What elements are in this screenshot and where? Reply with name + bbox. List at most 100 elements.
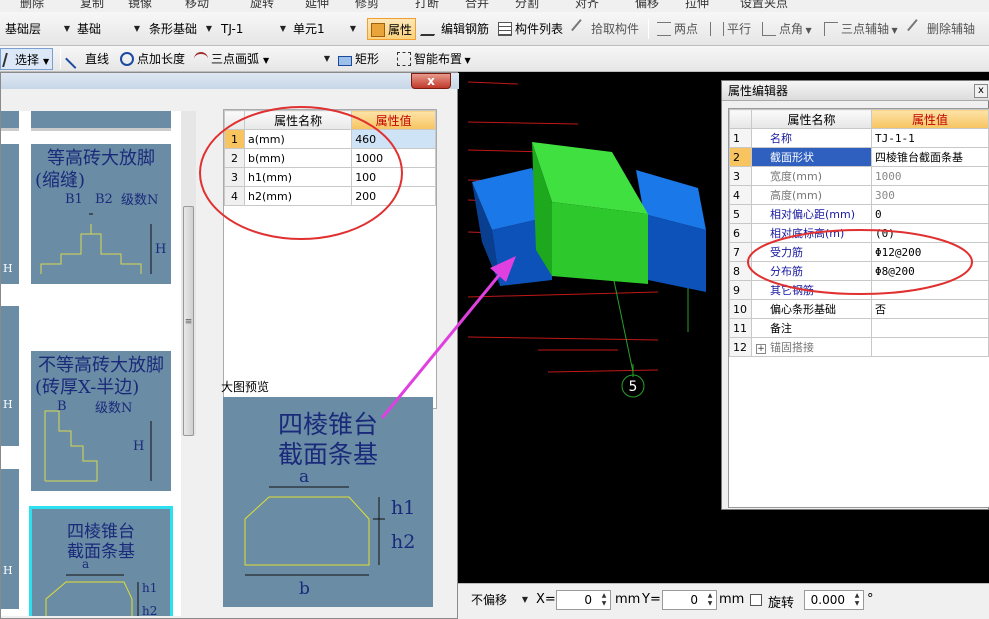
rotate-input[interactable]: 0.000 ▲ ▼: [804, 590, 864, 610]
property-value-input[interactable]: 300: [871, 185, 989, 205]
line-button[interactable]: 直线: [65, 48, 110, 70]
break-button[interactable]: 打断: [415, 0, 439, 11]
property-row[interactable]: 7 受力筋 Φ12@200: [729, 242, 989, 262]
offset-button[interactable]: 偏移: [635, 0, 659, 11]
delete-aux-button[interactable]: 删除辅轴: [907, 18, 975, 40]
property-value-input[interactable]: 四棱锥台截面条基: [871, 147, 989, 167]
trim-button[interactable]: 修剪: [355, 0, 379, 11]
edit-rebar-label: 编辑钢筋: [441, 22, 490, 36]
two-points-button[interactable]: 两点: [655, 18, 698, 40]
section-tile-brick-equal[interactable]: 等高砖大放脚 (缩缝) B1 B2 级数N H: [31, 144, 171, 284]
param-value-input[interactable]: 200: [351, 186, 436, 206]
x-input[interactable]: 0 ▲ ▼: [556, 590, 611, 610]
section-tile[interactable]: [31, 111, 171, 131]
param-table[interactable]: 属性名称 属性值 1 a(mm) 460 2 b(mm) 1000 3 h1(m…: [223, 109, 437, 409]
property-value-input[interactable]: [871, 318, 989, 338]
param-value-input[interactable]: 1000: [351, 148, 436, 168]
rotate-button[interactable]: 旋转: [250, 0, 274, 11]
section-tile-brick-unequal[interactable]: 不等高砖大放脚 (砖厚X-半边) B 级数N H: [31, 351, 171, 491]
param-value-input[interactable]: 460: [351, 129, 436, 149]
delete-button[interactable]: 删除: [20, 0, 44, 11]
panel-close-button[interactable]: x: [974, 84, 988, 98]
section-tile[interactable]: H: [1, 469, 19, 609]
property-value-input[interactable]: Φ8@200: [871, 261, 989, 281]
point-angle-button[interactable]: 点角 ▼: [760, 18, 812, 40]
property-editor-panel: 属性编辑器 x 属性名称 属性值 1 名称 TJ-1-1 2 截面形状 四棱锥台截面条基 3…: [721, 80, 989, 510]
parallel-button[interactable]: 平行: [708, 18, 751, 40]
param-value-input[interactable]: 100: [351, 167, 436, 187]
extend-button[interactable]: 延伸: [305, 0, 329, 11]
chevron-down-icon: ▼: [63, 24, 70, 33]
property-value-input[interactable]: [871, 280, 989, 300]
draw-mode-select[interactable]: ▼: [270, 48, 332, 70]
align-button[interactable]: 对齐: [575, 0, 599, 11]
section-tile[interactable]: H: [1, 144, 19, 284]
property-value-input[interactable]: (0): [871, 223, 989, 243]
select-button[interactable]: 选择 ▼: [0, 48, 54, 70]
merge-button[interactable]: 合并: [465, 0, 489, 11]
scrollbar-thumb[interactable]: ≡: [183, 206, 194, 436]
move-button[interactable]: 移动: [185, 0, 209, 11]
point-length-button[interactable]: 点加长度: [118, 48, 185, 70]
property-row[interactable]: 10 偏心条形基础 否: [729, 299, 989, 319]
property-row[interactable]: 9 其它钢筋: [729, 280, 989, 300]
split-button[interactable]: 分割: [515, 0, 539, 11]
dialog-close-button[interactable]: x: [411, 73, 451, 89]
set-grip-button[interactable]: 设置夹点: [740, 0, 788, 11]
smart-layout-button[interactable]: 智能布置 ▼: [395, 48, 471, 70]
table-row[interactable]: 3 h1(mm) 100: [224, 167, 436, 187]
property-row[interactable]: 12 + 锚固搭接: [729, 337, 989, 357]
floor-select[interactable]: 基础层 ▼: [2, 18, 72, 40]
y-input[interactable]: 0 ▲ ▼: [662, 590, 717, 610]
pick-component-button[interactable]: 拾取构件: [571, 18, 639, 40]
property-value-input[interactable]: 0: [871, 204, 989, 224]
table-row[interactable]: 4 h2(mm) 200: [224, 186, 436, 206]
element-select[interactable]: TJ-1 ▼: [218, 18, 288, 40]
property-row[interactable]: 8 分布筋 Φ8@200: [729, 261, 989, 281]
property-row[interactable]: 3 宽度(mm) 1000: [729, 166, 989, 186]
property-row[interactable]: 4 高度(mm) 300: [729, 185, 989, 205]
unit-select[interactable]: 单元1 ▼: [290, 18, 358, 40]
property-value-input[interactable]: Φ12@200: [871, 242, 989, 262]
property-row[interactable]: 11 备注: [729, 318, 989, 338]
section-gallery[interactable]: H H H 等高砖大放脚 (缩缝) B1 B2 级数N H 不等高砖大放脚 (砖…: [1, 111, 181, 616]
property-name: 受力筋: [751, 242, 872, 262]
property-row[interactable]: 2 截面形状 四棱锥台截面条基: [729, 147, 989, 167]
section-tile[interactable]: H: [1, 306, 19, 446]
table-row[interactable]: 2 b(mm) 1000: [224, 148, 436, 168]
chevron-down-icon: ▼: [323, 54, 330, 63]
category-select[interactable]: 基础 ▼: [74, 18, 142, 40]
property-row[interactable]: 6 相对底标高(m) (0): [729, 223, 989, 243]
dialog-titlebar[interactable]: x: [1, 73, 459, 89]
expand-icon[interactable]: +: [756, 344, 766, 354]
arc-button[interactable]: 三点画弧 ▼: [192, 48, 269, 70]
edit-rebar-button[interactable]: 编辑钢筋: [419, 18, 490, 40]
table-row[interactable]: 1 a(mm) 460: [224, 129, 436, 149]
spinner-icon[interactable]: ▲ ▼: [705, 592, 715, 608]
rect-button[interactable]: 矩形: [336, 48, 379, 70]
copy-button[interactable]: 复制: [80, 0, 104, 11]
property-value-input[interactable]: 1000: [871, 166, 989, 186]
mirror-button[interactable]: 镜像: [128, 0, 152, 11]
offset-mode-select[interactable]: 不偏移 ▼: [468, 589, 530, 611]
line-label: 直线: [85, 52, 110, 66]
three-point-aux-button[interactable]: 三点辅轴 ▼: [822, 18, 898, 40]
property-grid[interactable]: 属性名称 属性值 1 名称 TJ-1-1 2 截面形状 四棱锥台截面条基 3 宽度(mm) 10…: [728, 108, 989, 508]
property-value-input[interactable]: [871, 337, 989, 357]
component-list-label: 构件列表: [515, 22, 564, 36]
property-value-input[interactable]: 否: [871, 299, 989, 319]
element-type-select[interactable]: 条形基础 ▼: [146, 18, 214, 40]
property-editor-titlebar[interactable]: 属性编辑器 x: [722, 81, 989, 101]
stretch-button[interactable]: 拉伸: [685, 0, 709, 11]
spinner-icon[interactable]: ▲ ▼: [599, 592, 609, 608]
gallery-scrollbar[interactable]: ≡: [181, 111, 196, 436]
rotate-checkbox[interactable]: [750, 594, 762, 606]
section-tile[interactable]: [1, 111, 19, 131]
section-tile-pyramid[interactable]: 四棱锥台 截面条基 a h1 h2 b: [29, 506, 173, 616]
spinner-icon[interactable]: ▲ ▼: [852, 592, 862, 608]
component-list-button[interactable]: 构件列表: [496, 18, 563, 40]
property-value-input[interactable]: TJ-1-1: [871, 128, 989, 148]
property-row[interactable]: 1 名称 TJ-1-1: [729, 128, 989, 148]
attribute-button[interactable]: 属性: [367, 18, 417, 40]
property-row[interactable]: 5 相对偏心距(mm) 0: [729, 204, 989, 224]
